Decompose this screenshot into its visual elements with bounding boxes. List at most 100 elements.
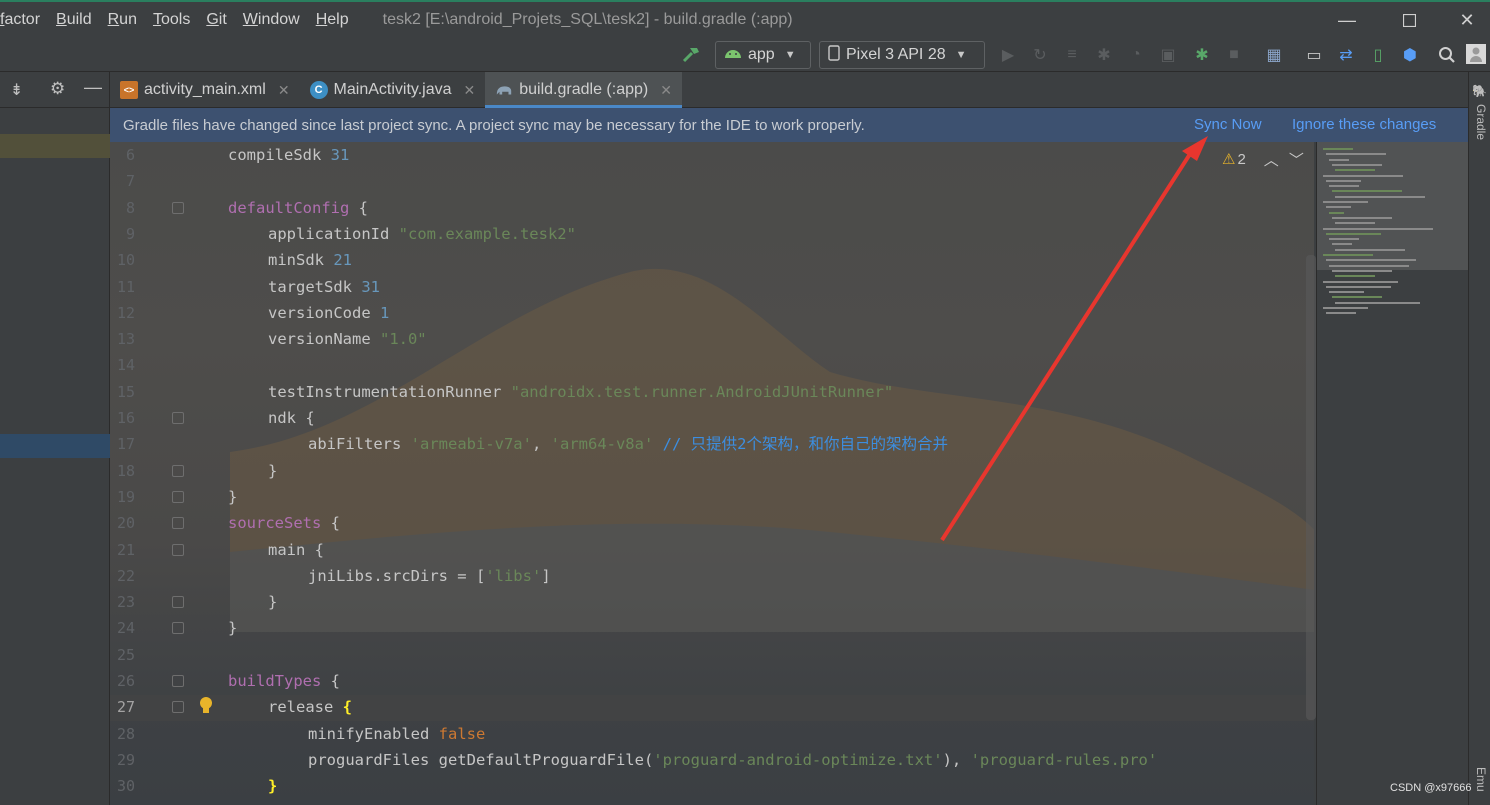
code-line[interactable]: 28 minifyEnabled false [110,721,1314,747]
attach-debugger-icon[interactable]: ✱ [1191,44,1213,66]
gradle-tool-icon[interactable]: 🐘 [1472,84,1487,98]
apply-code-changes-icon[interactable]: ≡ [1061,44,1083,66]
profile-icon[interactable]: ◔ [1125,44,1147,66]
debug-icon[interactable]: ✱ [1093,44,1115,66]
code-line[interactable]: 15 testInstrumentationRunner "androidx.te… [110,379,1314,405]
code-line[interactable]: 21 main { [110,537,1314,563]
hammer-icon[interactable] [680,44,702,66]
coverage-icon[interactable]: ▣ [1157,44,1179,66]
gradle-tool-button[interactable]: Gradle [1474,104,1488,140]
xml-file-icon: <> [120,81,138,99]
code-line[interactable]: 29 proguardFiles getDefaultProguardFile('… [110,747,1314,773]
menu-git[interactable]: Git [206,2,226,38]
fold-marker-icon[interactable] [172,412,184,424]
minimap-line [1332,190,1402,193]
fold-marker-icon[interactable] [172,622,184,635]
code-line[interactable]: 7 [110,168,1314,194]
code-line[interactable]: 23} [110,589,1314,615]
project-panel-header: ⇟ ⚙ — [0,72,109,108]
lightbulb-icon[interactable] [198,696,214,716]
ignore-changes-link[interactable]: Ignore these changes [1292,116,1436,133]
minimap-line [1335,195,1425,198]
code-text: abiFilters 'armeabi-v7a', 'arm64-v8a' //… [308,435,948,454]
sdk-manager-icon[interactable]: ⬢ [1399,44,1421,66]
fold-marker-icon[interactable] [172,517,184,530]
search-icon[interactable] [1436,44,1458,66]
tab-build-gradle-app[interactable]: build.gradle (:app) ✕ [485,72,682,108]
close-tab-icon[interactable]: ✕ [660,82,672,99]
previous-highlight-icon[interactable]: ︿ [1264,149,1279,170]
code-line[interactable]: 22 jniLibs.srcDirs = ['libs'] [110,563,1314,589]
fold-marker-icon[interactable] [172,543,184,556]
fold-marker-icon[interactable] [172,201,184,214]
chevron-down-icon: ▼ [784,49,796,61]
device-manager-icon[interactable]: ▭ [1303,44,1325,66]
avd-manager-icon[interactable]: ▯ [1367,44,1389,66]
tree-row-highlight[interactable] [0,134,110,158]
close-icon[interactable]: ✕ [1444,2,1490,38]
menu-refactor[interactable]: factor [0,2,40,38]
collapse-all-icon[interactable]: ⇟ [10,80,23,100]
minimap-line [1323,148,1353,150]
fold-marker-icon[interactable] [172,701,184,714]
close-tab-icon[interactable]: ✕ [278,82,290,99]
fold-marker-icon[interactable] [172,490,184,503]
code-line[interactable]: 16 ndk { [110,405,1314,431]
code-line[interactable]: 8 defaultConfig { [110,195,1314,221]
code-line[interactable]: 18} [110,458,1314,484]
code-line[interactable]: 27 release { [110,694,1314,720]
editor-scrollbar[interactable] [1306,255,1316,720]
title-bar: factor Build Run Tools Git Window Help t… [0,0,1490,38]
device-select[interactable]: Pixel 3 API 28 ▼ [819,41,985,69]
next-highlight-icon[interactable]: ﹀ [1289,149,1304,170]
code-line[interactable]: 13 versionName "1.0" [110,326,1314,352]
gear-icon[interactable]: ⚙ [50,79,65,99]
inspection-widget[interactable]: ⚠ 2 ︿ ﹀ [1222,146,1314,172]
minimize-icon[interactable]: — [1324,2,1370,38]
menu-build[interactable]: Build [56,2,92,38]
code-line[interactable]: 9 applicationId "com.example.tesk2" [110,221,1314,247]
code-line[interactable]: 6 compileSdk 31 [110,142,1314,168]
code-text: proguardFiles getDefaultProguardFile('pr… [308,750,1158,769]
fold-marker-icon[interactable] [172,596,184,609]
code-line[interactable]: 20 sourceSets { [110,510,1314,536]
code-line[interactable]: 12 versionCode 1 [110,300,1314,326]
code-line[interactable]: 11 targetSdk 31 [110,274,1314,300]
code-text: minSdk 21 [268,251,352,270]
tab-label: MainActivity.java [333,81,452,98]
code-line[interactable]: 19} [110,484,1314,510]
menu-window[interactable]: Window [243,2,300,38]
code-text: } [268,461,278,480]
close-tab-icon[interactable]: ✕ [464,82,476,99]
code-line[interactable]: 17 abiFilters 'armeabi-v7a', 'arm64-v8a' … [110,431,1314,457]
menu-tools[interactable]: Tools [153,2,190,38]
menu-help[interactable]: Help [316,2,349,38]
avatar[interactable] [1466,44,1486,64]
code-line[interactable]: 25 [110,642,1314,668]
code-line[interactable]: 30} [110,773,1314,799]
minimap-line [1332,163,1382,166]
code-line[interactable]: 24} [110,615,1314,641]
tab-mainactivity-java[interactable]: C MainActivity.java ✕ [300,72,486,108]
hide-panel-icon[interactable]: — [84,77,102,98]
fold-marker-icon[interactable] [172,464,184,477]
run-icon[interactable]: ▶ [997,44,1019,66]
gradle-sync-icon[interactable]: ⇄ [1335,44,1357,66]
code-line[interactable]: 26 buildTypes { [110,668,1314,694]
maximize-icon[interactable] [1386,2,1432,38]
project-structure-icon[interactable]: ▦ [1263,44,1285,66]
sync-now-link[interactable]: Sync Now [1194,116,1262,133]
run-config-select[interactable]: app ▼ [715,41,811,69]
code-editor[interactable]: 6 compileSdk 31 7 8 defaultConfig {9 applicat… [110,142,1314,805]
code-line[interactable]: 14 [110,352,1314,378]
tree-row-selected[interactable] [0,434,110,458]
emulator-tool-button[interactable]: Emu [1474,767,1488,792]
menu-run[interactable]: Run [108,2,137,38]
code-line[interactable]: 10 minSdk 21 [110,247,1314,273]
fold-marker-icon[interactable] [172,675,184,687]
tab-activity-main-xml[interactable]: <> activity_main.xml ✕ [110,72,300,108]
apply-changes-icon[interactable]: ↻ [1029,44,1051,66]
stop-icon[interactable]: ■ [1223,44,1245,66]
minimap-line [1329,211,1344,214]
code-minimap[interactable] [1316,142,1469,805]
